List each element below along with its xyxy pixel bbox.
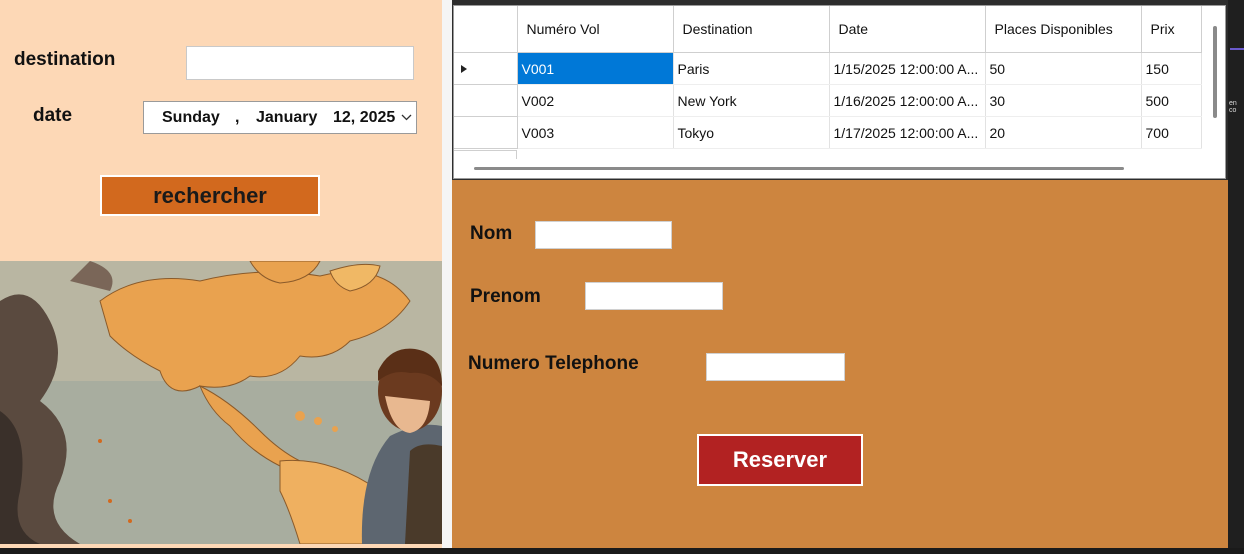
cell-date[interactable]: 1/16/2025 12:00:00 A... [829, 84, 986, 117]
cell-destination[interactable]: Tokyo [673, 116, 830, 149]
table-row[interactable]: V002 New York 1/16/2025 12:00:00 A... 30… [454, 84, 1202, 117]
row-header[interactable] [454, 84, 518, 117]
row-header-corner [454, 6, 518, 53]
destination-label: destination [14, 49, 116, 70]
panel-divider [442, 0, 452, 548]
background-window-text: en co [1229, 100, 1237, 114]
date-separator: , [235, 109, 240, 126]
accent-line [1230, 48, 1244, 50]
search-button[interactable]: rechercher [100, 175, 320, 216]
background-window-edge [1228, 0, 1244, 554]
date-month: January [256, 109, 318, 126]
row-header[interactable] [454, 52, 518, 85]
date-day-year: 12, 2025 [333, 109, 396, 126]
cell-prix[interactable]: 150 [1141, 52, 1202, 85]
cell-numero[interactable]: V002 [517, 84, 674, 117]
app-window: destination date Sunday , January 12, 20… [0, 0, 1228, 548]
column-header-prix[interactable]: Prix [1141, 6, 1202, 53]
flights-grid[interactable]: Numéro Vol Destination Date Places Dispo… [453, 5, 1226, 179]
telephone-input[interactable] [706, 353, 845, 381]
travel-illustration [0, 261, 442, 544]
cell-numero[interactable]: V001 [517, 52, 674, 85]
table-row[interactable]: V003 Tokyo 1/17/2025 12:00:00 A... 20 70… [454, 116, 1202, 149]
prenom-input[interactable] [585, 282, 723, 310]
cell-prix[interactable]: 500 [1141, 84, 1202, 117]
nom-label: Nom [470, 223, 513, 244]
vertical-scrollbar[interactable] [1213, 26, 1217, 118]
cell-prix[interactable]: 700 [1141, 116, 1202, 149]
date-label: date [33, 105, 73, 126]
cell-date[interactable]: 1/15/2025 12:00:00 A... [829, 52, 986, 85]
cell-places[interactable]: 30 [985, 84, 1142, 117]
cell-destination[interactable]: New York [673, 84, 830, 117]
chevron-down-icon[interactable] [396, 102, 416, 133]
cell-date[interactable]: 1/17/2025 12:00:00 A... [829, 116, 986, 149]
table-row[interactable]: V001 Paris 1/15/2025 12:00:00 A... 50 15… [454, 52, 1202, 85]
cell-numero[interactable]: V003 [517, 116, 674, 149]
date-picker[interactable]: Sunday , January 12, 2025 [143, 101, 417, 134]
row-header[interactable] [454, 116, 518, 149]
cell-places[interactable]: 20 [985, 116, 1142, 149]
column-header-destination[interactable]: Destination [673, 6, 830, 53]
telephone-label: Numero Telephone [468, 353, 639, 374]
grid-new-row[interactable] [454, 150, 517, 159]
column-header-numero[interactable]: Numéro Vol [517, 6, 674, 53]
search-panel: destination date Sunday , January 12, 20… [0, 0, 444, 548]
prenom-label: Prenom [470, 286, 541, 307]
cell-destination[interactable]: Paris [673, 52, 830, 85]
nom-input[interactable] [535, 221, 672, 249]
row-pointer-icon [460, 61, 468, 77]
date-weekday: Sunday [162, 109, 220, 126]
column-header-places[interactable]: Places Disponibles [985, 6, 1142, 53]
cell-places[interactable]: 50 [985, 52, 1142, 85]
horizontal-scrollbar[interactable] [474, 167, 1124, 170]
bottom-edge [0, 548, 1244, 554]
column-header-date[interactable]: Date [829, 6, 986, 53]
reserve-button[interactable]: Reserver [697, 434, 863, 486]
destination-input[interactable] [186, 46, 414, 80]
